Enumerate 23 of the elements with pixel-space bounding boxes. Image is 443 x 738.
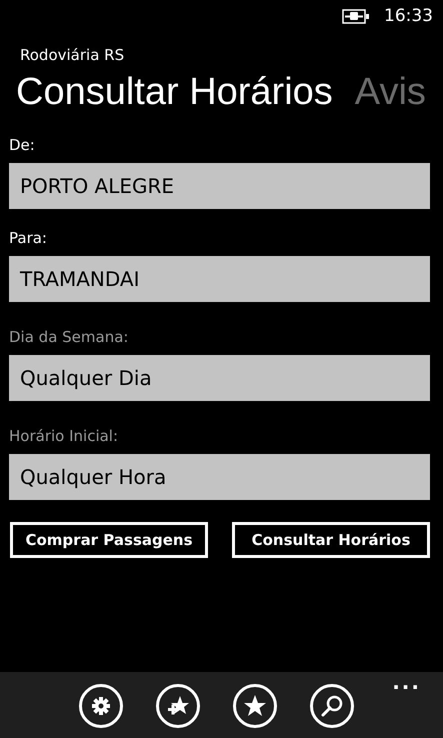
action-button[interactable]: Comprar Passagens — [10, 522, 208, 558]
field-label: Horário Inicial: — [9, 427, 120, 445]
add-favorite-button[interactable] — [156, 684, 200, 728]
more-button[interactable]: ... — [392, 672, 421, 692]
battery-charging-icon — [342, 8, 370, 24]
search-button[interactable] — [310, 684, 354, 728]
search-icon — [320, 694, 344, 718]
field-label: De: — [9, 136, 36, 154]
picker-field[interactable]: Qualquer Hora — [9, 454, 430, 500]
input-field[interactable]: PORTO ALEGRE — [9, 163, 430, 209]
app-title: Rodoviária RS — [20, 46, 126, 64]
field-label: Para: — [9, 229, 48, 247]
picker-field[interactable]: Qualquer Dia — [9, 355, 430, 401]
action-button[interactable]: Consultar Horários — [232, 522, 430, 558]
input-field[interactable]: TRAMANDAI — [9, 256, 430, 302]
star-icon — [243, 694, 267, 718]
favorite-button[interactable] — [233, 684, 277, 728]
pivot-header[interactable]: Avis — [354, 68, 426, 116]
field-label: Dia da Semana: — [9, 328, 130, 346]
pivot-header[interactable]: Consultar Horários — [16, 68, 333, 116]
settings-button[interactable] — [79, 684, 123, 728]
gear-icon — [91, 696, 111, 716]
clock-time: 16:33 — [384, 6, 433, 26]
